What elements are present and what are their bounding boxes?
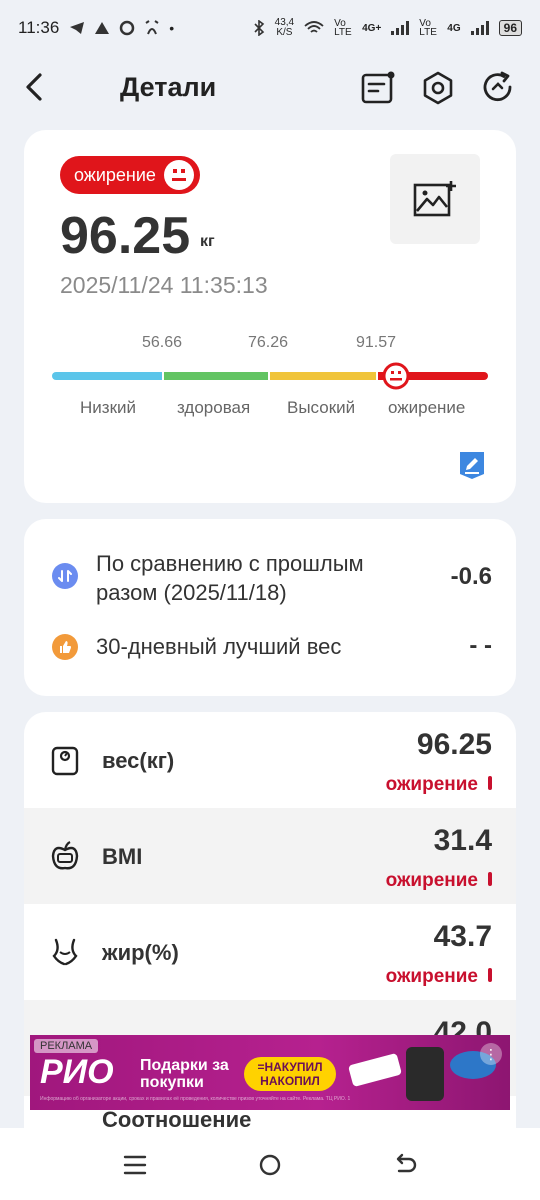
metric-label: жир(%) [102, 940, 179, 965]
scale-label-obese: ожирение [388, 398, 466, 417]
ad-banner[interactable]: РЕКЛАМА РИО Подарки за покупки =НАКУПИЛ … [30, 1035, 510, 1110]
ad-product-card [348, 1052, 402, 1088]
home-icon[interactable] [255, 1150, 285, 1180]
menu-icon[interactable] [120, 1150, 150, 1180]
sim1-label: Vo LTE [334, 18, 352, 38]
sim1-net: 4G+ [362, 22, 382, 34]
measurement-datetime: 2025/11/24 11:35:13 [60, 272, 268, 298]
ad-product-coffee [406, 1047, 444, 1101]
alert-indicator [488, 776, 492, 790]
metric-status: ожирение [385, 870, 478, 891]
metric-value: 96.25 [416, 728, 492, 761]
metric-row-bmi[interactable]: BMI 31.4 ожирение [24, 808, 516, 904]
scale-label-low: Низкий [80, 398, 136, 417]
chat-icon [120, 20, 135, 36]
alarm-icon [145, 20, 159, 35]
add-image-icon [413, 181, 456, 217]
telegram-icon [70, 22, 85, 34]
status-badge-label: ожирение [74, 164, 156, 185]
settings-icon[interactable] [420, 70, 456, 106]
metric-status: ожирение [385, 774, 478, 795]
edit-icon[interactable] [458, 450, 486, 480]
metric-status: ожирение [385, 966, 478, 987]
thumb-up-icon [52, 634, 78, 660]
sim2-net: 4G [447, 22, 461, 34]
ad-headline: Подарки за покупки [140, 1057, 229, 1091]
ad-slogan: =НАКУПИЛ НАКОПИЛ [244, 1057, 336, 1091]
scale-marker-icon [382, 362, 410, 390]
back-arrow-icon[interactable] [390, 1150, 420, 1180]
metric-label: вес(кг) [102, 748, 175, 773]
back-icon[interactable] [18, 70, 52, 104]
comparison-row-best: 30-дневный лучший вес - - [52, 632, 492, 661]
best-weight-value: - - [469, 632, 492, 659]
metric-row-weight[interactable]: вес(кг) 96.25 ожирение [24, 712, 516, 808]
net-unit: K/S [276, 27, 293, 38]
warning-icon [95, 22, 110, 34]
apple-icon [51, 841, 79, 870]
compare-icon [52, 563, 78, 589]
comparison-card: По сравнению с прошлым разом (2025/11/18… [24, 519, 516, 696]
system-nav-bar [0, 1128, 540, 1200]
scale-segment-high [270, 372, 376, 380]
signal-icon [391, 21, 410, 35]
alert-indicator [488, 872, 492, 886]
comparison-value: -0.6 [450, 563, 492, 590]
bluetooth-icon [254, 20, 264, 36]
battery-indicator: 96 [498, 20, 522, 36]
weight-unit: кг [200, 233, 215, 250]
alert-indicator [488, 968, 492, 982]
body-fat-icon [52, 938, 78, 966]
comparison-row-last: По сравнению с прошлым разом (2025/11/18… [52, 549, 492, 607]
summary-card: ожирение 96.25 кг 2025/11/24 11:35:13 56… [24, 130, 516, 503]
more-dot-icon: • [169, 20, 175, 36]
add-photo-button[interactable] [390, 154, 480, 244]
refresh-icon[interactable] [480, 70, 516, 106]
metric-value: 43.7 [433, 920, 492, 953]
metric-label: BMI [102, 844, 143, 869]
report-icon[interactable] [360, 70, 396, 106]
scale-label-healthy: здоровая [177, 398, 251, 417]
metric-value: 31.4 [433, 824, 492, 857]
sim2-label: Vo LTE [419, 18, 437, 38]
metric-row-fat[interactable]: жир(%) 43.7 ожирение [24, 904, 516, 1000]
signal-icon-2 [470, 21, 489, 35]
current-weight: 96.25 [60, 207, 191, 265]
comparison-label: По сравнению с прошлым разом (2025/11/18… [96, 551, 364, 605]
best-weight-label: 30-дневный лучший вес [96, 634, 342, 659]
wifi-icon [304, 21, 324, 33]
threshold-low: 56.66 [142, 334, 183, 351]
scale-icon [51, 746, 79, 776]
scale-label-high: Высокий [287, 398, 356, 417]
page-title: Детали [120, 72, 217, 102]
neutral-face-icon [163, 160, 194, 190]
ad-brand: РИО [40, 1053, 114, 1091]
threshold-high: 91.57 [356, 334, 397, 351]
notification-icons: • [69, 20, 174, 36]
threshold-healthy: 76.26 [248, 334, 289, 351]
status-time: 11:36 [18, 18, 60, 37]
ad-fine-print: Информацию об организаторе акции, сроках… [40, 1096, 350, 1102]
scale-segment-healthy [164, 372, 268, 380]
ad-tag: РЕКЛАМА [34, 1039, 99, 1053]
status-badge: ожирение [60, 156, 200, 194]
scale-segment-low [52, 372, 162, 380]
app-bar: Детали [0, 56, 540, 122]
more-icon[interactable]: ⋮ [480, 1043, 502, 1065]
status-bar: 11:36 • 43,4 K/S Vo LTE 4G+ Vo LTE 4G 96 [0, 0, 540, 56]
